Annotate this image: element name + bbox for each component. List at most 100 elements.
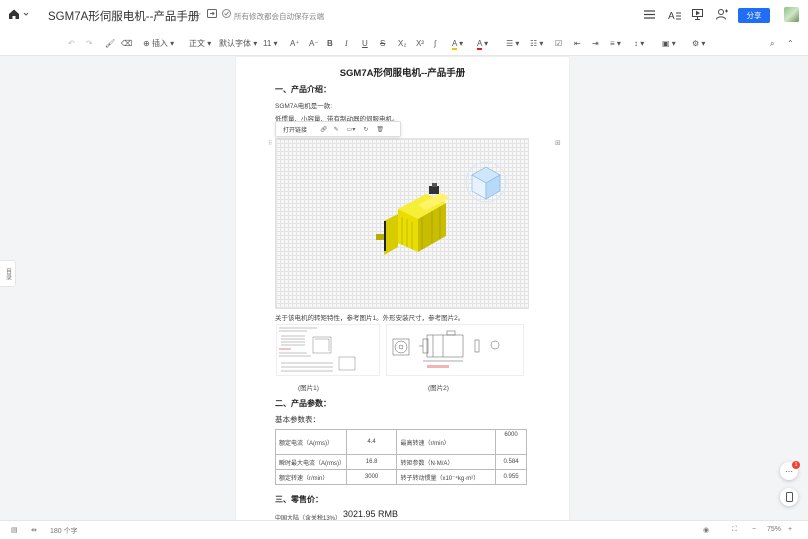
paragraph-style-select[interactable]: 正文 ▾ [189,38,211,50]
strikethrough-icon[interactable]: S [380,38,385,50]
italic-icon[interactable]: I [345,38,348,50]
view-cube [465,161,507,203]
dimension-drawing [392,330,500,368]
edit-icon[interactable]: ✎ [334,126,339,133]
chevron-down-icon [23,12,29,16]
table-cell[interactable]: 16.8 [345,454,398,470]
table-cell[interactable]: 额定转速（r/min） [275,469,347,485]
table-row: 瞬时最大电流（A(rms)） 16.8 转矩参数（N·M/A） 0.584 [275,454,527,470]
table-cell[interactable]: 转子转动惯量（x10⁻⁴kg·m²） [396,469,497,485]
menu-icon[interactable] [644,10,655,19]
document-page[interactable]: SGM7A形伺服电机--产品手册 一、产品介绍： SGM7A电机是一款: 低惯量… [236,57,569,522]
numbered-list-icon[interactable]: ☷ ▾ [530,38,543,50]
bold-icon[interactable]: B [327,38,333,50]
focus-mode-icon[interactable]: ◉ [703,526,709,534]
zoom-level[interactable]: 75% [767,526,781,533]
undo-icon[interactable]: ↶ [68,38,75,50]
collapse-toolbar-icon[interactable]: ⌃ [787,38,794,50]
open-link-button[interactable]: 打开链接 [283,125,307,134]
move-to-folder-icon[interactable] [207,9,217,18]
decrease-font-icon[interactable]: A⁻ [309,38,319,50]
table-cell[interactable]: 6000 [495,429,527,455]
align-icon[interactable]: ≡ ▾ [610,38,621,50]
word-count: 180 个字 [50,528,78,535]
font-label: 默认字体 [219,39,251,48]
presentation-icon[interactable] [692,9,703,20]
document-title[interactable]: SGM7A形伺服电机--产品手册 [48,8,199,24]
expand-icon[interactable]: ⊞ [555,139,561,147]
text-format-icon[interactable]: A [668,9,681,20]
indent-icon[interactable]: ⇥ [592,38,599,50]
home-menu[interactable] [8,8,29,20]
fit-width-icon[interactable]: ⇹ [31,526,37,534]
table-cell[interactable]: 0.584 [495,454,527,470]
underline-icon[interactable]: U [362,38,368,50]
status-bar: ▤ ⇹ 180 个字 ◉ ⛶ − 75% + [0,520,808,539]
insert-block-icon[interactable]: ▣ ▾ [662,38,676,50]
motor-3d-render [376,161,507,255]
table-cell[interactable]: 0.955 [495,469,527,485]
display-mode-icon[interactable]: ▭▾ [347,126,356,133]
search-icon[interactable]: ⌕ [770,38,774,50]
phone-icon [785,492,793,502]
mobile-view-button[interactable] [780,488,798,506]
font-size-select[interactable]: 11 ▾ [263,38,278,50]
table-cell[interactable]: 瞬时最大电流（A(rms)） [275,454,347,470]
delete-icon[interactable]: 🗑︎ [376,126,384,133]
bullet-list-icon[interactable]: ☰ ▾ [506,38,519,50]
torque-chart-drawing [279,327,356,372]
subscript-icon[interactable]: X₂ [398,38,406,50]
cloud-saved-icon [222,9,231,18]
outline-toggle[interactable]: 目录 [0,260,16,287]
save-status: 所有修改都会自动保存云端 [234,12,324,21]
insert-menu[interactable]: ⊕ 插入 ▾ [143,38,174,50]
link-icon[interactable]: 🔗︎ [320,126,328,133]
table-cell[interactable]: 转矩参数（N·M/A） [396,454,497,470]
outdent-icon[interactable]: ⇤ [574,38,581,50]
reference-text: 关于该电机的转矩特性，参考图片1。外形安装尺寸，参考图片2。 [275,315,465,322]
plugin-icon[interactable]: ⚙ ▾ [692,38,705,50]
table-cell[interactable]: 4.4 [345,429,398,455]
motor-image[interactable] [275,138,529,309]
zoom-in-button[interactable]: + [788,526,792,533]
increase-font-icon[interactable]: A⁺ [290,38,300,50]
home-icon [9,9,19,19]
table-cell[interactable]: 额定电流（A(rms)） [275,429,347,455]
basic-params-label: 基本参数表： [275,415,320,424]
table-cell[interactable]: 最高转速（r/min） [396,429,497,455]
text-color-icon[interactable]: A ▾ [477,38,488,50]
clear-format-icon[interactable]: ⌫ [121,38,132,50]
section1-title: 一、产品介绍： [275,85,331,94]
page-view-icon[interactable]: ▤ [11,526,18,534]
refresh-icon[interactable]: ↻ [363,126,368,133]
format-painter-icon[interactable]: 🖌︎ [105,38,115,50]
fullscreen-icon[interactable]: ⛶ [732,526,737,534]
highlight-color-icon[interactable]: A ▾ [452,38,463,50]
figure1-caption: (图片1) [298,385,319,392]
share-button[interactable]: 分享 [738,8,770,23]
drag-handle-icon[interactable]: ⠿ [268,140,272,147]
avatar[interactable] [784,7,799,22]
page-title: SGM7A形伺服电机--产品手册 [339,68,466,79]
size-label: 11 [263,39,272,48]
star-icon[interactable]: ☆ [191,8,202,22]
checklist-icon[interactable]: ☑ [555,38,562,50]
style-label: 正文 [189,39,205,48]
zoom-out-button[interactable]: − [752,526,756,533]
document-canvas: SGM7A形伺服电机--产品手册 一、产品介绍： SGM7A电机是一款: 低惯量… [0,57,808,522]
svg-text:A: A [668,11,675,20]
table-cell[interactable]: 3000 [345,469,398,485]
dimension-drawing-image[interactable] [386,324,524,376]
price-value: 3021.95 RMB [343,509,399,519]
formula-icon[interactable]: ∫ [434,38,436,50]
table-row: 额定电流（A(rms)） 4.4 最高转速（r/min） 6000 [275,429,527,455]
add-collaborator-icon[interactable] [716,9,728,20]
font-family-select[interactable]: 默认字体 ▾ [219,38,257,50]
superscript-icon[interactable]: X² [416,38,424,50]
image-link-popup: 打开链接 🔗︎ ✎ ▭▾ ↻ 🗑︎ [275,121,401,137]
redo-icon[interactable]: ↷ [86,38,93,50]
line-spacing-icon[interactable]: ↕ ▾ [634,38,644,50]
section3-title: 三、零售价： [275,495,323,504]
format-toolbar: ↶ ↷ 🖌︎ ⌫ ⊕ 插入 ▾ 正文 ▾ 默认字体 ▾ 11 ▾ A⁺ A⁻ B… [0,32,808,56]
torque-chart-image[interactable] [276,324,380,376]
